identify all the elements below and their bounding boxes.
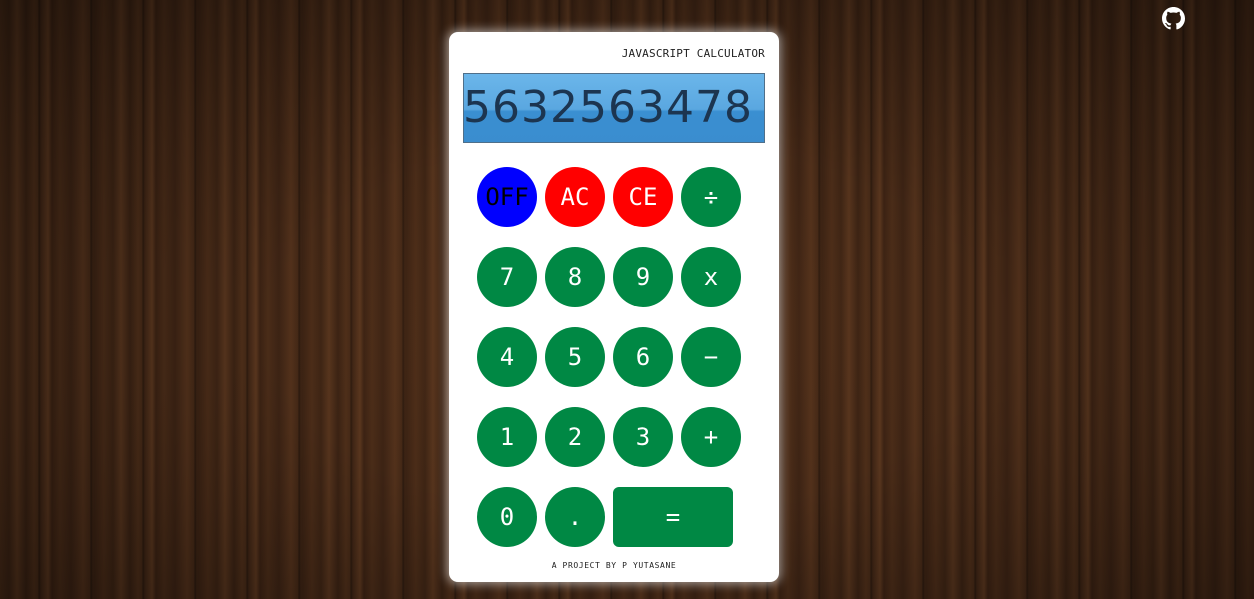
digit-2-button[interactable]: 2 xyxy=(545,407,605,467)
add-button[interactable]: + xyxy=(681,407,741,467)
credit-text: A PROJECT BY P YUTASANE xyxy=(551,561,677,570)
calculator-title: JAVASCRIPT CALCULATOR xyxy=(621,47,765,60)
github-icon[interactable] xyxy=(1162,7,1185,30)
digit-9-button[interactable]: 9 xyxy=(613,247,673,307)
calculator: JAVASCRIPT CALCULATOR 5632563478 OFF AC … xyxy=(449,32,779,582)
calculator-display: 5632563478 xyxy=(463,73,765,143)
off-button[interactable]: OFF xyxy=(477,167,537,227)
display-value: 5632563478 xyxy=(463,82,753,133)
digit-8-button[interactable]: 8 xyxy=(545,247,605,307)
decimal-button[interactable]: . xyxy=(545,487,605,547)
digit-4-button[interactable]: 4 xyxy=(477,327,537,387)
equals-button[interactable]: = xyxy=(613,487,733,547)
digit-3-button[interactable]: 3 xyxy=(613,407,673,467)
digit-7-button[interactable]: 7 xyxy=(477,247,537,307)
multiply-button[interactable]: x xyxy=(681,247,741,307)
digit-5-button[interactable]: 5 xyxy=(545,327,605,387)
github-logo-icon xyxy=(1162,7,1185,30)
subtract-button[interactable]: − xyxy=(681,327,741,387)
digit-0-button[interactable]: 0 xyxy=(477,487,537,547)
divide-button[interactable]: ÷ xyxy=(681,167,741,227)
all-clear-button[interactable]: AC xyxy=(545,167,605,227)
digit-6-button[interactable]: 6 xyxy=(613,327,673,387)
clear-entry-button[interactable]: CE xyxy=(613,167,673,227)
digit-1-button[interactable]: 1 xyxy=(477,407,537,467)
